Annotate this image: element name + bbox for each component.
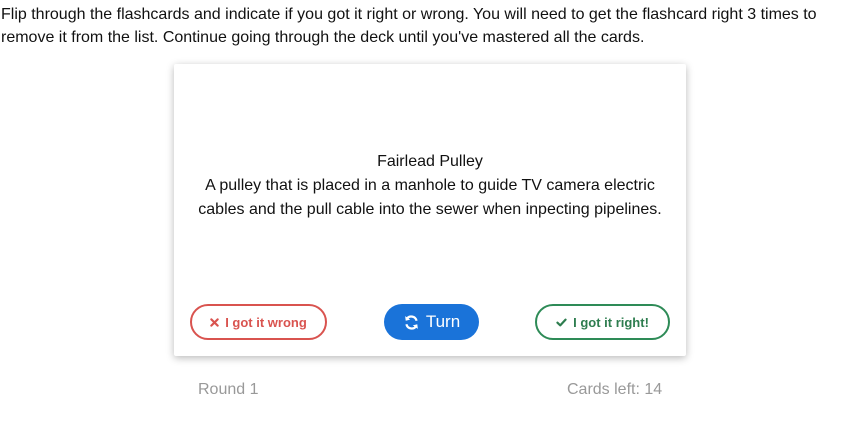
cards-left-counter: Cards left: 14 [567,381,663,398]
got-it-right-button[interactable]: I got it right! [535,304,670,340]
got-it-wrong-button[interactable]: I got it wrong [190,304,327,340]
round-indicator: Round 1 [198,381,259,398]
flashcard[interactable]: Fairlead Pulley A pulley that is placed … [174,64,686,356]
got-it-right-label: I got it right! [573,314,649,330]
flashcard-term: Fairlead Pulley [377,153,483,170]
x-icon [210,317,219,327]
refresh-icon [403,314,420,331]
instructions-text: Flip through the flashcards and indicate… [1,6,817,46]
got-it-wrong-label: I got it wrong [225,314,307,330]
flashcard-definition: A pulley that is placed in a manhole to … [198,177,662,218]
turn-label: Turn [425,312,461,331]
turn-button[interactable]: Turn [384,304,479,340]
flashcard-content: Fairlead Pulley A pulley that is placed … [194,150,666,222]
check-icon [556,318,567,327]
